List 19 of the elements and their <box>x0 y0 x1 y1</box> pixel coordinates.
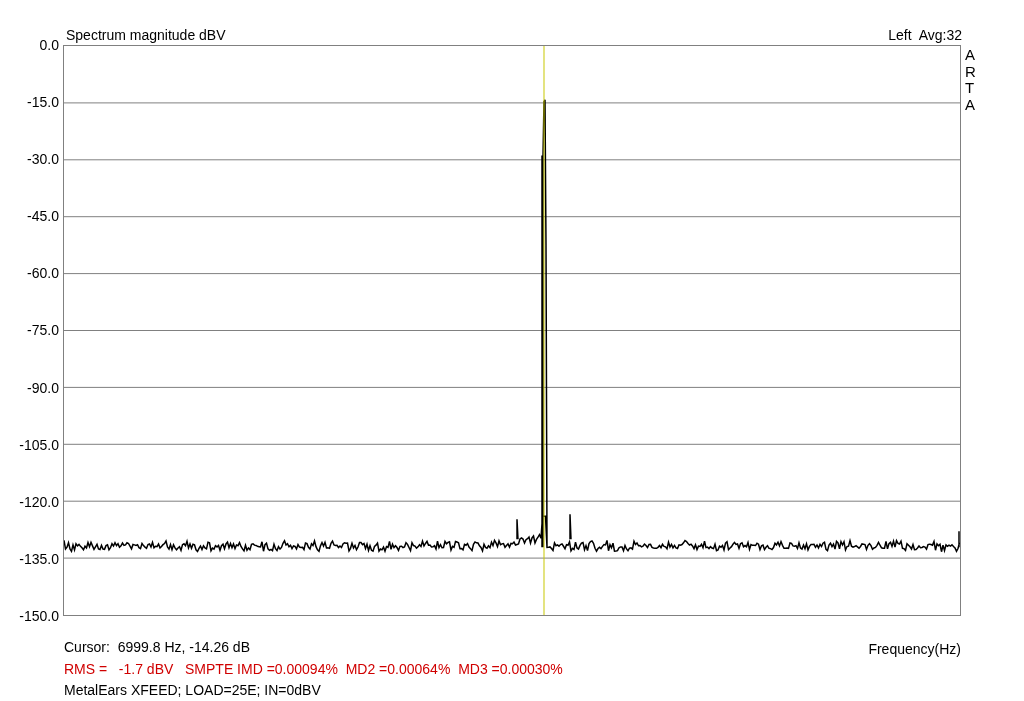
distortion-stats: RMS = -1.7 dBV SMPTE IMD =0.00094% MD2 =0.00064% MD3 =0.00030% <box>64 661 563 677</box>
cursor-line[interactable] <box>543 46 545 615</box>
y-axis-label: -150.0 <box>19 606 59 625</box>
y-axis-label: -15.0 <box>27 93 59 112</box>
cursor-readout: Cursor: 6999.8 Hz, -14.26 dB <box>64 638 250 657</box>
y-axis-label: -75.0 <box>27 321 59 340</box>
y-axis-label: -30.0 <box>27 150 59 169</box>
arta-logo: ARTA <box>965 47 977 115</box>
measurement-note: MetalEars XFEED; LOAD=25E; IN=0dBV <box>64 682 321 698</box>
plot-title: Spectrum magnitude dBV <box>66 26 226 44</box>
y-axis-label: -105.0 <box>19 435 59 454</box>
y-axis-label: -60.0 <box>27 264 59 283</box>
y-axis-label: -120.0 <box>19 492 59 511</box>
y-axis-label: 0.0 <box>39 36 59 54</box>
x-axis-label: Frequency(Hz) <box>868 640 961 659</box>
channel-average-label: Left Avg:32 <box>888 26 962 44</box>
y-axis-label: -135.0 <box>19 549 59 568</box>
y-axis-label: -90.0 <box>27 378 59 397</box>
y-axis-label: -45.0 <box>27 207 59 226</box>
